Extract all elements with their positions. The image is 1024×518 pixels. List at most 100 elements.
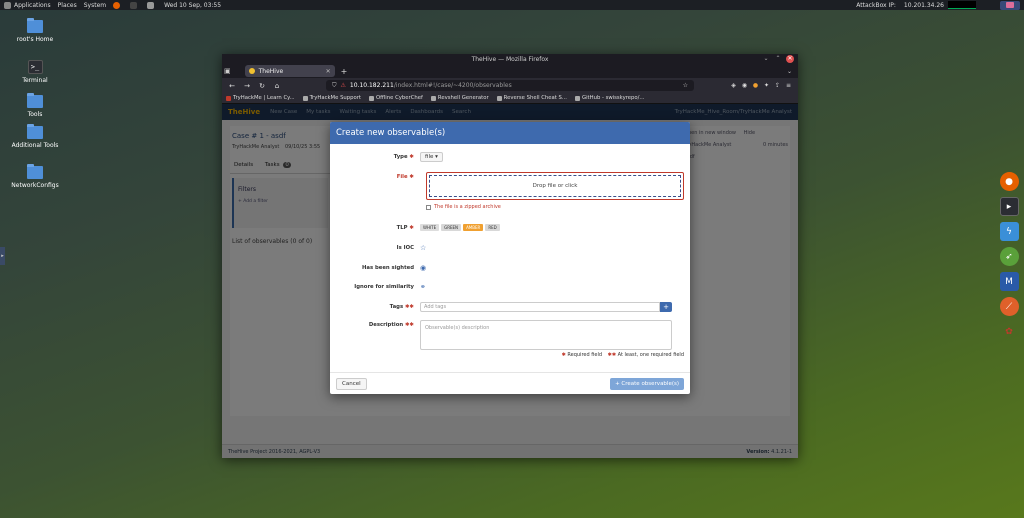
- tlp-amber[interactable]: AMBER: [463, 224, 484, 231]
- navigation-bar: ← → ↻ ⌂ ⛉ ⚠ 10.10.182.211 /index.html#!/…: [222, 78, 798, 93]
- tab-thehive[interactable]: TheHive ✕: [244, 65, 335, 77]
- desktop-icon-terminal[interactable]: >_ Terminal: [0, 60, 70, 84]
- terminal-icon: [130, 1, 138, 9]
- bookmark-star-icon[interactable]: ☆: [683, 82, 688, 89]
- app-dock: ● ▸ ϟ ➶ M ⟋ ✿: [998, 172, 1020, 347]
- atleast-required-icon: ✱✱: [607, 352, 617, 358]
- bookmark-revshell[interactable]: Revshell Generator: [430, 95, 489, 101]
- bookmark-favicon: [430, 95, 436, 101]
- attackbox-ip: 10.201.34.26: [903, 1, 944, 9]
- applications-menu[interactable]: Applications: [4, 1, 51, 9]
- wireshark-dock-icon[interactable]: ✿: [1000, 322, 1019, 341]
- window-titlebar: TheHive — Mozilla Firefox ⌄ ⌃ ✕: [222, 54, 798, 64]
- type-select[interactable]: file ▾: [420, 152, 443, 162]
- create-observable-button[interactable]: + Create observable(s): [610, 377, 684, 390]
- type-row: Type ✱ file ▾: [330, 152, 690, 162]
- editor-icon: [147, 1, 155, 9]
- url-host: 10.10.182.211: [349, 82, 394, 89]
- new-tab-button[interactable]: +: [341, 67, 348, 76]
- folder-link-icon: [27, 124, 43, 139]
- bookmark-github[interactable]: GitHub - swisskyrepo/...: [574, 95, 644, 101]
- menu-icon[interactable]: ≡: [783, 82, 794, 89]
- tab-overview-icon[interactable]: ▣: [224, 67, 231, 75]
- folder-icon: [27, 164, 43, 179]
- tlp-row: TLP ✱ WHITE GREEN AMBER RED: [330, 224, 690, 231]
- pocket-icon[interactable]: ◈: [728, 82, 739, 89]
- list-tabs-icon[interactable]: ⌄: [787, 68, 792, 75]
- terminal-launcher[interactable]: [130, 1, 140, 9]
- cancel-button[interactable]: Cancel: [336, 377, 367, 390]
- tlp-white[interactable]: WHITE: [420, 224, 440, 231]
- desktop-icon-home[interactable]: root's Home: [0, 18, 70, 43]
- bookmark-favicon: [574, 95, 580, 101]
- firefox-launcher[interactable]: [113, 1, 123, 9]
- side-panel-handle[interactable]: ▸: [0, 247, 5, 265]
- atleast-required-icon: ✱✱: [405, 304, 414, 310]
- places-menu[interactable]: Places: [58, 2, 77, 9]
- required-icon: ✱: [561, 352, 566, 358]
- bookmark-favicon: [302, 95, 308, 101]
- attackbox-label: AttackBox IP:: [856, 1, 896, 9]
- lightning-dock-icon[interactable]: ϟ: [999, 222, 1019, 241]
- add-tag-button[interactable]: +: [660, 302, 672, 312]
- tab-bar: ▣ TheHive ✕ + ⌄: [222, 64, 798, 78]
- bookmark-reverse-shell[interactable]: Reverse Shell Cheat S...: [496, 95, 567, 101]
- url-path: /index.html#!/case/~4200/observables: [393, 82, 512, 89]
- share-icon[interactable]: ⇪: [772, 82, 783, 89]
- tlp-red[interactable]: RED: [485, 224, 500, 231]
- burp-dock-icon[interactable]: ⟋: [999, 297, 1019, 316]
- tags-row: Tags ✱✱ Add tags +: [330, 302, 690, 312]
- metasploit-dock-icon[interactable]: M: [999, 272, 1019, 291]
- back-icon[interactable]: ←: [226, 82, 238, 90]
- terminal-icon: >_: [27, 60, 43, 74]
- desktop-icon-tools[interactable]: Tools: [0, 93, 70, 118]
- forward-icon[interactable]: →: [241, 82, 253, 90]
- firefox-icon: [113, 1, 121, 9]
- minimize-icon[interactable]: ⌄: [762, 55, 770, 63]
- maximize-icon[interactable]: ⌃: [774, 55, 782, 63]
- tlp-green[interactable]: GREEN: [441, 224, 462, 231]
- zipped-checkbox[interactable]: [426, 204, 431, 210]
- workspace-icon: [1006, 2, 1014, 8]
- terminal-dock-icon[interactable]: ▸: [999, 197, 1019, 216]
- url-bar[interactable]: ⛉ ⚠ 10.10.182.211 /index.html#!/case/~42…: [326, 80, 694, 91]
- required-icon: ✱: [409, 154, 414, 160]
- required-icon: ✱: [409, 224, 414, 231]
- bookmarks-toolbar: TryHackMe | Learn Cy... TryHackMe Suppor…: [222, 93, 798, 104]
- editor-launcher[interactable]: [147, 1, 157, 9]
- caret-down-icon: ▾: [435, 154, 438, 160]
- required-icon: ✱: [409, 174, 414, 180]
- create-observable-modal: Create new observable(s) Type ✱ file ▾ Fi…: [330, 122, 690, 394]
- rocket-dock-icon[interactable]: ➶: [999, 247, 1019, 266]
- star-icon[interactable]: ☆: [420, 244, 426, 252]
- extensions-icon[interactable]: ✦: [761, 82, 772, 89]
- addon-icon[interactable]: ●: [750, 82, 761, 89]
- page-viewport: TheHive New Case My tasks Waiting tasks …: [222, 104, 798, 458]
- modal-title: Create new observable(s): [330, 122, 690, 144]
- bookmark-favicon: [496, 95, 502, 101]
- desktop-icon-additional-tools[interactable]: Additional Tools: [0, 124, 70, 149]
- firefox-window: TheHive — Mozilla Firefox ⌄ ⌃ ✕ ▣ TheHiv…: [222, 54, 798, 458]
- folder-icon: [27, 93, 43, 108]
- file-dropzone[interactable]: Drop file or click: [426, 172, 684, 200]
- reload-icon[interactable]: ↻: [256, 82, 268, 90]
- firefox-dock-icon[interactable]: ●: [999, 172, 1019, 191]
- bookmark-tryhackme[interactable]: TryHackMe | Learn Cy...: [226, 95, 295, 101]
- unlink-icon[interactable]: ⚭: [420, 283, 426, 291]
- description-textarea[interactable]: Observable(s) description: [420, 320, 672, 350]
- home-icon[interactable]: ⌂: [271, 82, 283, 90]
- tab-close-icon[interactable]: ✕: [326, 68, 331, 75]
- tags-input[interactable]: Add tags: [420, 302, 660, 312]
- desktop-icon-networkconfigs[interactable]: NetworkConfigs: [0, 164, 70, 189]
- account-icon[interactable]: ◉: [739, 82, 750, 89]
- lock-icon: ⚠: [340, 82, 346, 89]
- bookmark-favicon: [226, 95, 231, 101]
- eye-icon[interactable]: ◉: [420, 264, 426, 272]
- shield-icon: ⛉: [332, 81, 337, 89]
- system-menu[interactable]: System: [84, 2, 106, 9]
- description-row: Description ✱✱ Observable(s) description: [330, 320, 690, 350]
- workspace-switcher[interactable]: [1000, 0, 1020, 10]
- close-icon[interactable]: ✕: [786, 55, 794, 63]
- bookmark-cyberchef[interactable]: Offline CyberChef: [369, 95, 423, 101]
- bookmark-tryhackme-support[interactable]: TryHackMe Support: [302, 95, 361, 101]
